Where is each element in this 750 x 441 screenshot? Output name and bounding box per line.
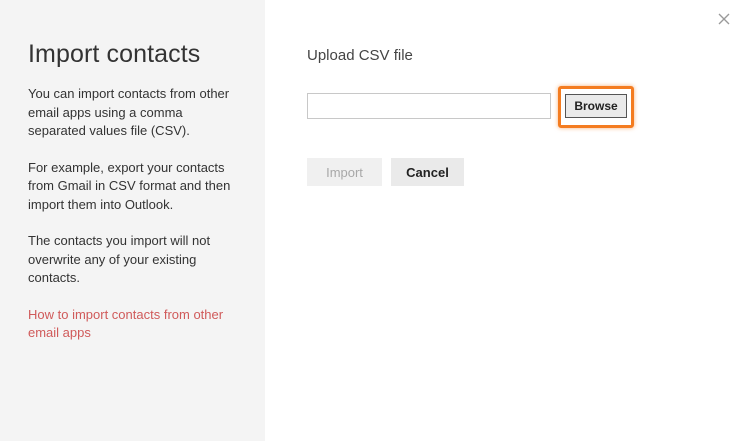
overwrite-note-paragraph: The contacts you import will not overwri… xyxy=(28,233,211,285)
dialog-title: Import contacts xyxy=(28,40,201,68)
upload-label: Upload CSV file xyxy=(307,47,413,64)
description-paragraph: You can import contacts from other email… xyxy=(28,86,230,138)
close-icon xyxy=(718,13,730,25)
close-button[interactable] xyxy=(715,10,733,28)
cancel-button[interactable]: Cancel xyxy=(391,158,464,186)
help-link[interactable]: How to import contacts from other email … xyxy=(28,306,237,343)
example-paragraph: For example, export your contacts from G… xyxy=(28,159,231,212)
upload-panel: Upload CSV file Browse Import Cancel xyxy=(265,0,750,441)
browse-button[interactable]: Browse xyxy=(565,94,627,118)
import-contacts-dialog: Import contacts You can import contacts … xyxy=(0,0,750,441)
info-sidebar: Import contacts You can import contacts … xyxy=(0,0,265,441)
import-button[interactable]: Import xyxy=(307,158,382,186)
file-path-input[interactable] xyxy=(307,93,551,119)
